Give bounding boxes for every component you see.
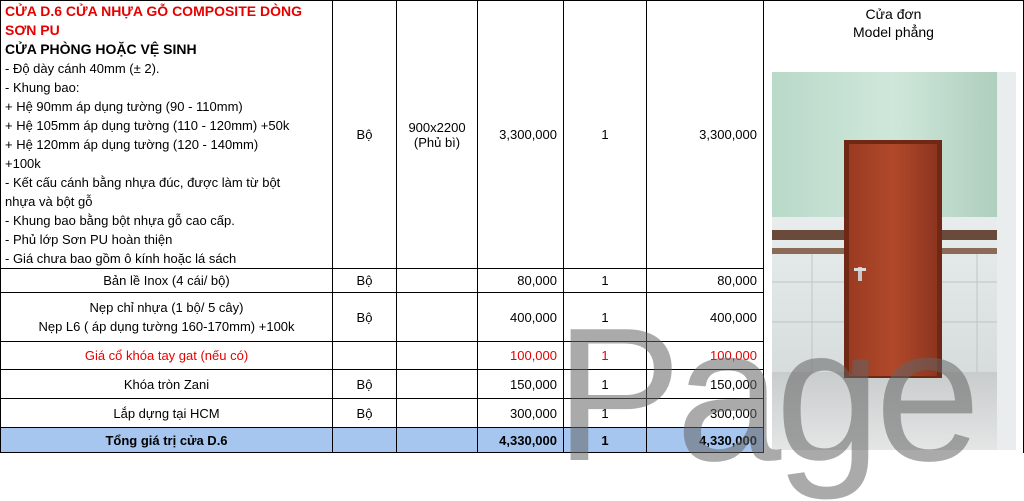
row-amount: 400,000 xyxy=(710,309,757,325)
row-amount-cell[interactable]: 80,000 xyxy=(647,269,764,293)
row-size-cell[interactable] xyxy=(397,370,478,399)
row-description: Nẹp L6 ( áp dụng tường 160-170mm) +100k xyxy=(38,319,295,334)
row-qty-cell[interactable]: 1 xyxy=(564,269,647,293)
product-amount: 3,300,000 xyxy=(699,127,757,142)
total-label-cell[interactable]: Tổng giá trị cửa D.6 xyxy=(0,428,333,453)
image-caption-line2: Model phẳng xyxy=(853,24,934,40)
row-qty: 1 xyxy=(601,309,609,325)
row-size-cell[interactable] xyxy=(397,293,478,342)
total-qty-cell[interactable]: 1 xyxy=(564,428,647,453)
row-desc-cell[interactable]: Nẹp chỉ nhựa (1 bộ/ 5 cây) Nẹp L6 ( áp dụ… xyxy=(0,293,333,342)
row-desc-cell[interactable]: Lắp dựng tại HCM xyxy=(0,399,333,428)
row-amount-cell[interactable]: 100,000 xyxy=(647,342,764,370)
row-amount-cell[interactable]: 300,000 xyxy=(647,399,764,428)
row-qty: 1 xyxy=(601,405,609,421)
spec-line: +100k xyxy=(5,156,41,171)
row-description: Bản lề Inox (4 cái/ bộ) xyxy=(103,273,230,288)
spec-list: - Độ dày cánh 40mm (± 2). - Khung bao: + H… xyxy=(5,59,328,268)
row-unit-cell[interactable]: Bộ xyxy=(333,269,397,293)
total-unit-cell[interactable] xyxy=(333,428,397,453)
row-amount-cell[interactable]: 150,000 xyxy=(647,370,764,399)
row-price: 400,000 xyxy=(510,309,557,325)
row-price-cell[interactable]: 80,000 xyxy=(478,269,564,293)
total-label: Tổng giá trị cửa D.6 xyxy=(105,432,228,448)
row-unit-cell[interactable]: Bộ xyxy=(333,399,397,428)
product-amount-cell[interactable]: 3,300,000 xyxy=(647,0,764,269)
row-price: 100,000 xyxy=(510,348,557,363)
product-size-line1: 900x2200 xyxy=(408,119,466,135)
spec-line: - Phủ lớp Sơn PU hoàn thiện xyxy=(5,232,173,247)
product-subtitle: CỬA PHÒNG HOẶC VỆ SINH xyxy=(5,41,197,57)
row-qty-cell[interactable]: 1 xyxy=(564,370,647,399)
door-photo xyxy=(772,72,1016,450)
row-unit: Bộ xyxy=(356,376,373,392)
row-unit-cell[interactable]: Bộ xyxy=(333,370,397,399)
row-unit-cell[interactable] xyxy=(333,342,397,370)
row-unit: Bộ xyxy=(356,309,373,325)
product-size-line2: (Phủ bì) xyxy=(413,134,461,150)
row-amount: 80,000 xyxy=(717,273,757,288)
row-desc-cell[interactable]: Bản lề Inox (4 cái/ bộ) xyxy=(0,269,333,293)
product-qty: 1 xyxy=(601,127,609,142)
row-price-cell[interactable]: 300,000 xyxy=(478,399,564,428)
total-amount: 4,330,000 xyxy=(699,432,757,448)
spec-line: + Hệ 90mm áp dụng tường (90 - 110mm) xyxy=(5,99,243,114)
product-unit-cell[interactable]: Bộ xyxy=(333,0,397,269)
row-unit: Bộ xyxy=(356,405,373,421)
row-qty: 1 xyxy=(601,376,609,392)
total-qty: 1 xyxy=(601,432,609,448)
row-qty-cell[interactable]: 1 xyxy=(564,399,647,428)
spec-line: - Độ dày cánh 40mm (± 2). xyxy=(5,61,160,76)
row-price: 300,000 xyxy=(510,405,557,421)
product-title-line1: CỬA D.6 CỬA NHỰA GỖ COMPOSITE DÒNG xyxy=(5,3,302,19)
row-size-cell[interactable] xyxy=(397,269,478,293)
spec-line: + Hệ 120mm áp dụng tường (120 - 140mm) xyxy=(5,137,259,152)
row-desc-cell[interactable]: Khóa tròn Zani xyxy=(0,370,333,399)
row-price: 80,000 xyxy=(517,273,557,288)
row-description: Khóa tròn Zani xyxy=(123,376,210,392)
total-size-cell[interactable] xyxy=(397,428,478,453)
quote-table: CỬA D.6 CỬA NHỰA GỖ COMPOSITE DÒNG SƠN P… xyxy=(0,0,1024,490)
row-price: 150,000 xyxy=(510,376,557,392)
spec-line: - Khung bao bằng bột nhựa gỗ cao cấp. xyxy=(5,213,235,228)
row-amount: 100,000 xyxy=(710,348,757,363)
total-price-cell[interactable]: 4,330,000 xyxy=(478,428,564,453)
spec-line: - Kết cấu cánh bằng nhựa đúc, được làm t… xyxy=(5,175,281,190)
row-qty: 1 xyxy=(601,348,609,363)
row-qty: 1 xyxy=(601,273,609,288)
row-description: Giá cổ khóa tay gat (nếu có) xyxy=(84,348,249,363)
row-description: Lắp dựng tại HCM xyxy=(113,405,220,421)
row-amount: 300,000 xyxy=(710,405,757,421)
image-caption-line1: Cửa đơn xyxy=(865,6,922,22)
product-description-cell[interactable]: CỬA D.6 CỬA NHỰA GỖ COMPOSITE DÒNG SƠN P… xyxy=(0,0,333,269)
row-size-cell[interactable] xyxy=(397,342,478,370)
row-amount: 150,000 xyxy=(710,376,757,392)
row-qty-cell[interactable]: 1 xyxy=(564,293,647,342)
row-price-cell[interactable]: 150,000 xyxy=(478,370,564,399)
product-title-line2: SƠN PU xyxy=(5,22,60,38)
total-price: 4,330,000 xyxy=(499,432,557,448)
product-price: 3,300,000 xyxy=(499,127,557,142)
product-price-cell[interactable]: 3,300,000 xyxy=(478,0,564,269)
row-desc-cell[interactable]: Giá cổ khóa tay gat (nếu có) xyxy=(0,342,333,370)
total-amount-cell[interactable]: 4,330,000 xyxy=(647,428,764,453)
spec-line: - Giá chưa bao gồm ô kính hoặc lá sách xyxy=(5,251,237,266)
row-amount-cell[interactable]: 400,000 xyxy=(647,293,764,342)
row-unit: Bộ xyxy=(356,273,373,288)
row-qty-cell[interactable]: 1 xyxy=(564,342,647,370)
product-size-cell[interactable]: 900x2200 (Phủ bì) xyxy=(397,0,478,269)
row-price-cell[interactable]: 400,000 xyxy=(478,293,564,342)
row-description: Nẹp chỉ nhựa (1 bộ/ 5 cây) xyxy=(89,300,244,315)
product-unit: Bộ xyxy=(356,127,373,142)
spec-line: + Hệ 105mm áp dụng tường (110 - 120mm) +… xyxy=(5,118,290,133)
row-unit-cell[interactable]: Bộ xyxy=(333,293,397,342)
row-price-cell[interactable]: 100,000 xyxy=(478,342,564,370)
spec-line: - Khung bao: xyxy=(5,80,80,95)
spec-line: nhựa và bột gỗ xyxy=(5,194,93,209)
product-qty-cell[interactable]: 1 xyxy=(564,0,647,269)
row-size-cell[interactable] xyxy=(397,399,478,428)
